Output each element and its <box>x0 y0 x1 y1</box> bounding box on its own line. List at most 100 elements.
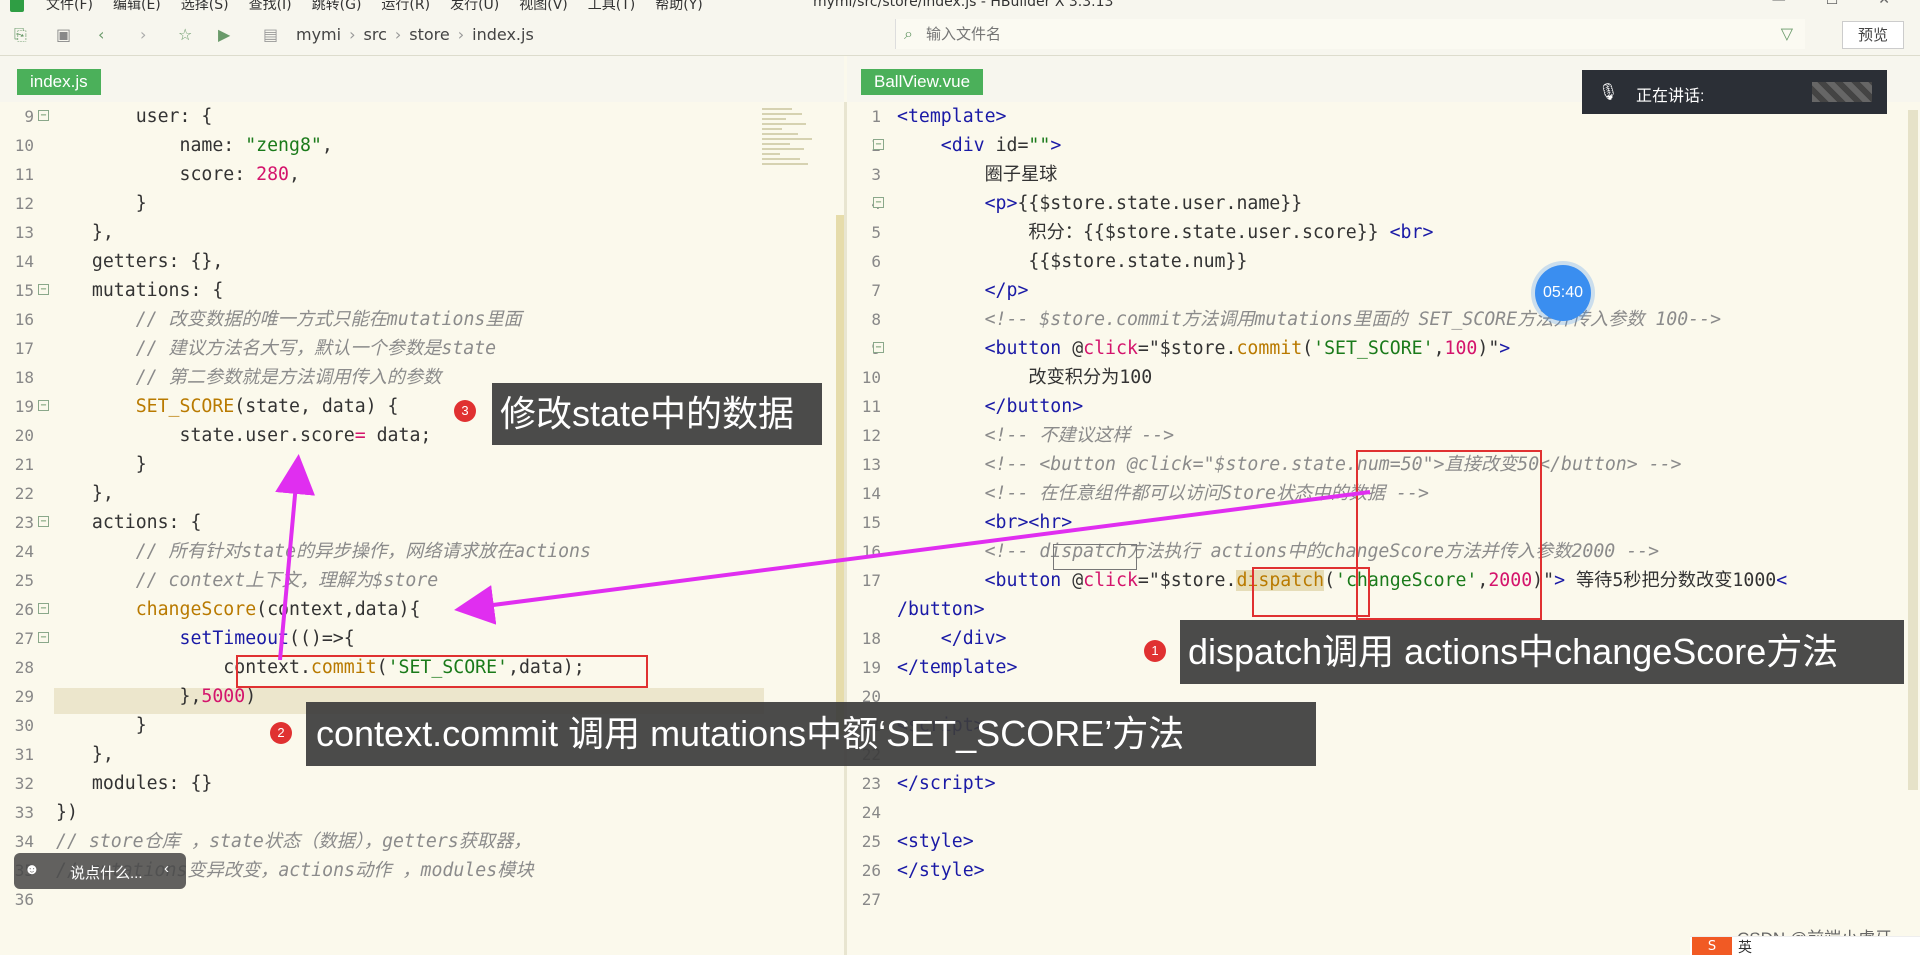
line-number: 17 <box>14 339 34 358</box>
timer-badge[interactable]: 05:40 <box>1535 265 1591 321</box>
line-number: 31 <box>14 745 34 764</box>
fold-toggle-icon[interactable]: − <box>38 400 49 411</box>
file-search-box: ⌕ ▽ <box>895 19 1805 49</box>
line-number: 20 <box>14 426 34 445</box>
tab-index-js[interactable]: index.js <box>17 69 101 95</box>
line-number: 12 <box>14 194 34 213</box>
ime-mode[interactable]: 英 <box>1738 937 1752 955</box>
code-line: setTimeout(()=>{ <box>70 628 355 649</box>
menu-file[interactable]: 文件(F) <box>46 0 93 14</box>
dispatch-highlight-box <box>1252 567 1370 617</box>
window-title: mymi/src/store/index.js - HBuilder X 3.3… <box>813 0 1114 10</box>
line-number: 25 <box>14 571 34 590</box>
code-line: 改变积分为100 <box>1028 367 1153 388</box>
menu-find[interactable]: 查找(I) <box>249 0 292 14</box>
line-number: 33 <box>14 803 34 822</box>
minimap[interactable] <box>762 105 820 215</box>
line-number: 26 <box>861 861 881 880</box>
line-number: 27 <box>861 890 881 909</box>
code-line: /button> <box>897 599 985 620</box>
fold-toggle-icon[interactable]: − <box>873 197 884 208</box>
chat-input[interactable]: ☻ 说点什么... ‹ <box>14 853 186 889</box>
code-line: }, <box>70 744 114 765</box>
breadcrumb-item[interactable]: src <box>364 25 387 44</box>
code-line: user: { <box>70 106 213 127</box>
breadcrumb-item[interactable]: mymi <box>296 25 341 44</box>
filter-icon[interactable]: ▽ <box>1781 24 1793 43</box>
speaking-label: 正在讲话: <box>1636 88 1705 105</box>
fold-toggle-icon[interactable]: − <box>38 110 49 121</box>
emoji-icon[interactable]: ☻ <box>24 861 40 878</box>
right-scrollbar[interactable] <box>1908 110 1918 790</box>
menu-view[interactable]: 视图(V) <box>519 0 568 14</box>
breadcrumb: mymi › src › store › index.js <box>296 25 534 44</box>
menu-goto[interactable]: 跳转(G) <box>312 0 362 14</box>
preview-button[interactable]: 预览 <box>1842 21 1904 49</box>
code-line: // store仓库 ，state状态（数据），getters获取器， <box>56 831 532 852</box>
line-number: 28 <box>14 658 34 677</box>
forward-icon[interactable]: › <box>140 26 146 44</box>
menu-tools[interactable]: 工具(T) <box>588 0 635 14</box>
back-icon[interactable]: ‹ <box>98 26 104 44</box>
badge-3: 3 <box>454 400 476 422</box>
code-line: <!-- <button @click="$store.state.num=50… <box>984 454 1682 475</box>
line-number: 6 <box>871 252 881 271</box>
line-number: 10 <box>861 368 881 387</box>
code-line: <style> <box>897 831 974 852</box>
line-number: 3 <box>871 165 881 184</box>
fold-toggle-icon[interactable]: − <box>873 342 884 353</box>
close-icon[interactable]: ✕ <box>1878 0 1890 8</box>
menu-run[interactable]: 运行(R) <box>381 0 430 14</box>
fold-toggle-icon[interactable]: − <box>38 284 49 295</box>
line-number: 15 <box>861 513 881 532</box>
tab-ballview-vue[interactable]: BallView.vue <box>861 69 984 95</box>
fold-toggle-icon[interactable]: − <box>38 632 49 643</box>
line-number: 13 <box>14 223 34 242</box>
code-line: </script> <box>897 773 996 794</box>
maximize-icon[interactable]: ☐ <box>1826 0 1839 8</box>
fold-toggle-icon[interactable]: − <box>38 603 49 614</box>
left-editor[interactable]: 9−10 11 12 13 14 15−16 17 18 19−20 21 22 23−24 25 26−… <box>0 102 844 955</box>
line-number: 23 <box>14 513 34 532</box>
code-line: {{$store.state.num}} <box>897 251 1248 272</box>
annotation-3: 修改state中的数据 <box>492 383 822 445</box>
menu-publish[interactable]: 发行(U) <box>450 0 499 14</box>
line-number: 25 <box>861 832 881 851</box>
line-number: 10 <box>14 136 34 155</box>
fold-toggle-icon[interactable]: − <box>38 516 49 527</box>
line-number: 19 <box>14 397 34 416</box>
file-search-input[interactable] <box>926 23 1726 45</box>
code-line: </button> <box>897 396 1084 417</box>
new-file-icon[interactable]: ⎘ <box>14 26 27 44</box>
run-icon[interactable]: ▶ <box>218 26 230 44</box>
left-tab-bar: index.js <box>0 56 844 102</box>
save-icon[interactable]: ▣ <box>56 26 71 44</box>
code-line: // 所有针对state的异步操作，网络请求放在actions <box>135 541 591 562</box>
menu-edit[interactable]: 编辑(E) <box>113 0 161 14</box>
line-number: 11 <box>14 165 34 184</box>
code-line: <!-- $store.commit方法调用mutations里面的 SET_S… <box>984 309 1722 330</box>
code-line: state.user.score= data; <box>70 425 432 446</box>
chat-placeholder: 说点什么... <box>70 865 143 882</box>
menu-select[interactable]: 选择(S) <box>181 0 229 14</box>
menu-help[interactable]: 帮助(Y) <box>655 0 702 14</box>
code-line: modules: {} <box>70 773 213 794</box>
line-number: 1 <box>871 107 881 126</box>
line-number: 14 <box>861 484 881 503</box>
minimize-icon[interactable]: — <box>1772 0 1786 8</box>
breadcrumb-item[interactable]: store <box>409 25 449 44</box>
code-line: // 改变数据的唯一方式只能在mutations里面 <box>135 309 522 330</box>
line-number: 36 <box>14 890 34 909</box>
code-line: actions: { <box>70 512 202 533</box>
breadcrumb-item[interactable]: index.js <box>472 25 534 44</box>
folder-icon: ▤ <box>263 25 279 44</box>
left-scrollbar[interactable] <box>836 215 844 735</box>
fold-toggle-icon[interactable]: − <box>873 139 884 150</box>
badge-2: 2 <box>270 722 292 744</box>
line-number: 30 <box>14 716 34 735</box>
bookmark-star-icon[interactable]: ☆ <box>178 26 192 44</box>
collapse-icon[interactable]: ‹ <box>164 860 169 877</box>
line-number: 18 <box>14 368 34 387</box>
code-line: <!-- 不建议这样 --> <box>984 425 1175 446</box>
line-number: 16 <box>14 310 34 329</box>
